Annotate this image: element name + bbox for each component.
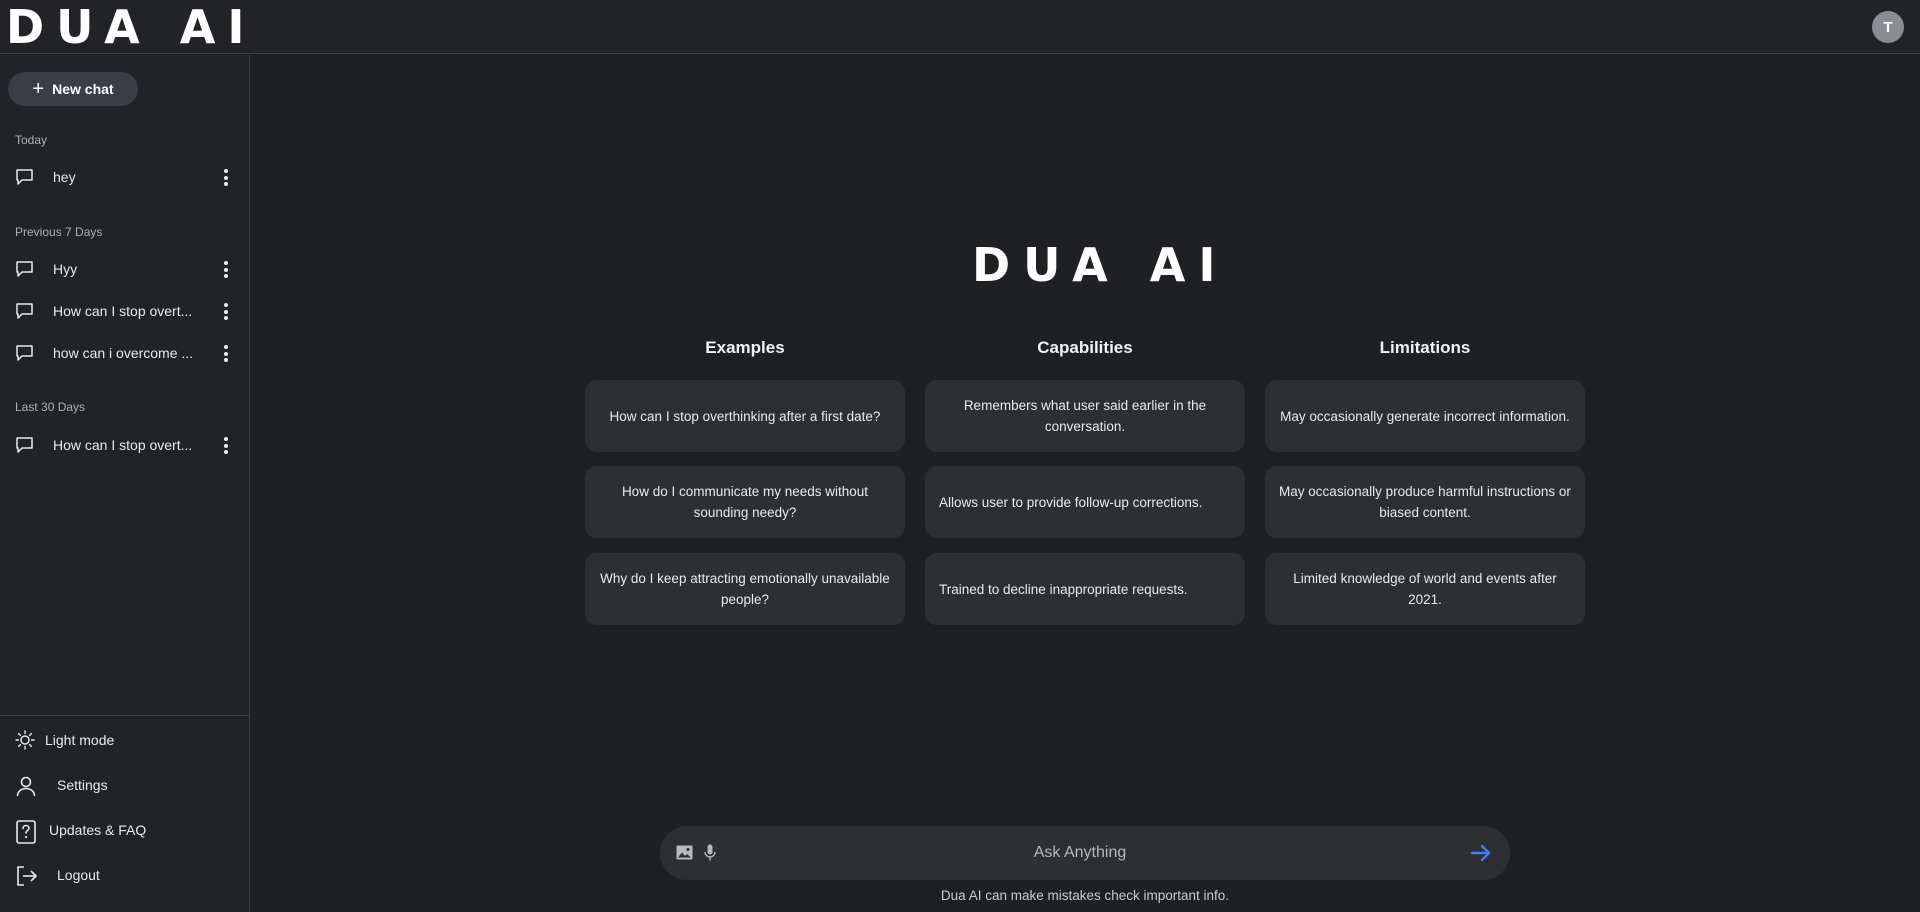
more-vertical-icon[interactable]	[222, 261, 230, 278]
chat-item-title: How can I stop overt...	[53, 437, 193, 453]
example-card[interactable]: Why do I keep attracting emotionally una…	[585, 553, 905, 625]
chat-bubble-icon	[16, 169, 33, 185]
chat-item[interactable]: How can I stop overt...	[0, 294, 249, 328]
example-card[interactable]: How do I communicate my needs without so…	[585, 466, 905, 538]
chat-bubble-icon	[16, 345, 33, 361]
chat-bubble-icon	[16, 303, 33, 319]
limitations-heading: Limitations	[1379, 338, 1471, 357]
image-icon[interactable]	[676, 845, 693, 860]
limitation-card: May occasionally generate incorrect info…	[1265, 380, 1585, 452]
mic-icon[interactable]	[704, 844, 716, 861]
chat-item-title: How can I stop overt...	[53, 303, 193, 319]
chat-input-bar	[660, 826, 1510, 880]
chat-bubble-icon	[16, 437, 33, 453]
light-mode-label: Light mode	[45, 732, 115, 748]
logout-button[interactable]: Logout	[0, 857, 249, 893]
settings-button[interactable]: Settings	[0, 767, 249, 803]
settings-label: Settings	[57, 777, 108, 793]
help-icon	[16, 820, 36, 844]
more-vertical-icon[interactable]	[222, 345, 230, 362]
new-chat-button[interactable]: + New chat	[8, 72, 138, 106]
logout-label: Logout	[57, 867, 100, 883]
capability-card: Allows user to provide follow-up correct…	[925, 466, 1245, 538]
chat-item-title: hey	[53, 169, 76, 185]
chat-item-title: Hyy	[53, 261, 78, 277]
section-label-today: Today	[15, 133, 48, 147]
logout-icon	[17, 866, 37, 886]
top-bar: DUA AI T	[0, 0, 1920, 54]
user-icon	[16, 776, 36, 797]
sidebar-footer: Light mode Settings Updates & FAQ Logout	[0, 715, 249, 912]
chat-item[interactable]: hey	[0, 160, 249, 194]
more-vertical-icon[interactable]	[222, 169, 230, 186]
chat-bubble-icon	[16, 261, 33, 277]
example-card[interactable]: How can I stop overthinking after a firs…	[585, 380, 905, 452]
updates-faq-button[interactable]: Updates & FAQ	[0, 812, 249, 848]
capabilities-heading: Capabilities	[1037, 338, 1133, 357]
more-vertical-icon[interactable]	[222, 437, 230, 454]
section-label-previous-7-days: Previous 7 Days	[15, 225, 103, 239]
send-arrow-icon[interactable]	[1470, 843, 1492, 863]
limitation-card: May occasionally produce harmful instruc…	[1265, 466, 1585, 538]
user-avatar[interactable]: T	[1872, 11, 1904, 43]
sun-icon	[15, 730, 35, 750]
ask-input[interactable]	[730, 836, 1430, 870]
disclaimer-text: Dua AI can make mistakes check important…	[940, 888, 1230, 903]
plus-icon: +	[32, 78, 45, 100]
examples-heading: Examples	[705, 338, 785, 357]
light-mode-button[interactable]: Light mode	[0, 722, 249, 758]
updates-faq-label: Updates & FAQ	[49, 822, 147, 838]
app-logo[interactable]: DUA AI	[6, 3, 256, 51]
limitation-card: Limited knowledge of world and events af…	[1265, 553, 1585, 625]
new-chat-label: New chat	[52, 81, 114, 97]
chat-item[interactable]: how can i overcome ...	[0, 336, 249, 370]
chat-item[interactable]: Hyy	[0, 252, 249, 286]
section-label-last-30-days: Last 30 Days	[15, 400, 86, 414]
chat-item[interactable]: How can I stop overt...	[0, 428, 249, 462]
chat-item-title: how can i overcome ...	[53, 345, 194, 361]
capability-card: Trained to decline inappropriate request…	[925, 553, 1245, 625]
main-logo: DUA AI	[972, 238, 1229, 292]
more-vertical-icon[interactable]	[222, 303, 230, 320]
capability-card: Remembers what user said earlier in the …	[925, 380, 1245, 452]
sidebar: + New chat Today hey Previous 7 Days Hyy…	[0, 55, 250, 912]
